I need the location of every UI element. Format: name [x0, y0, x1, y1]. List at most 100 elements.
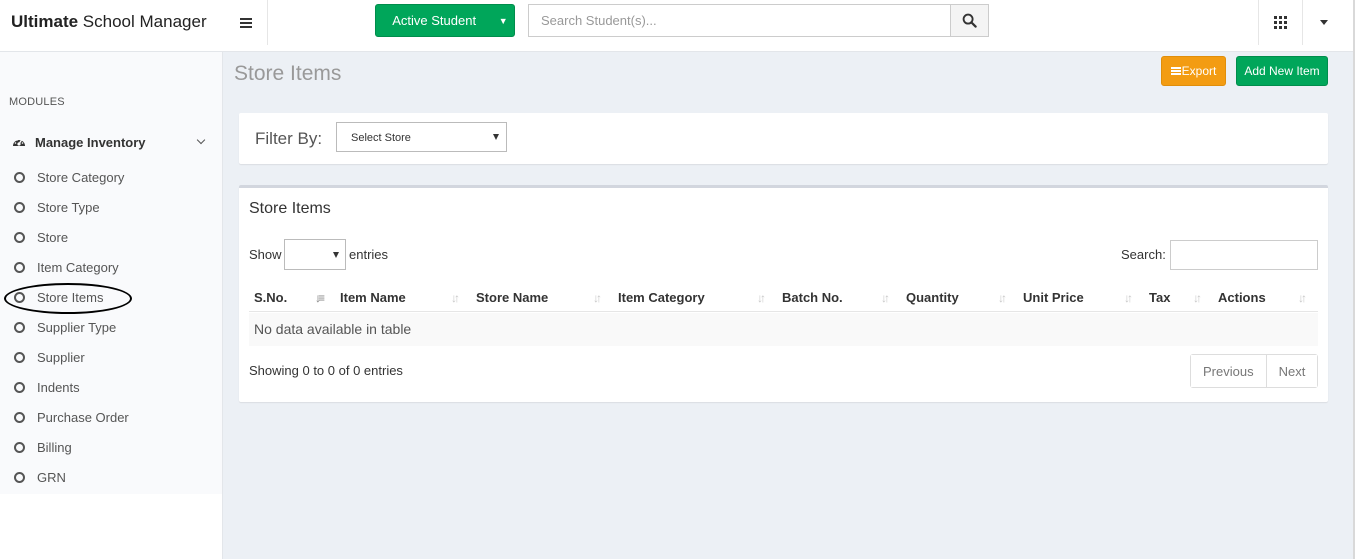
sort-icon[interactable]: ↓↑	[1193, 291, 1202, 305]
circle-icon	[14, 261, 25, 273]
sort-icon[interactable]: ↓↑	[593, 291, 602, 305]
list-icon	[1170, 67, 1181, 75]
column-header-tax[interactable]: Tax	[1149, 282, 1170, 312]
column-header-item-category[interactable]: Item Category	[618, 282, 705, 312]
sidebar-item-label: Indents	[37, 379, 80, 395]
column-label: Store Name	[476, 289, 549, 305]
sidebar-item-label: Store Type	[37, 199, 100, 215]
sidebar-item-label: Purchase Order	[37, 409, 129, 425]
grid-icon	[1274, 16, 1287, 29]
search-icon	[962, 13, 977, 28]
store-select[interactable]: Select Store	[336, 122, 507, 152]
store-items-panel: Store Items Show entries Search: S.No. ↓…	[239, 185, 1328, 402]
sort-icon[interactable]: ↓↑	[1124, 291, 1133, 305]
pagination: Previous Next	[1190, 354, 1319, 388]
sidebar-item-label: Store Category	[37, 169, 125, 185]
sidebar-menu: MODULES Manage Inventory Store Category …	[0, 52, 222, 494]
add-new-item-button[interactable]: Add New Item	[1236, 56, 1328, 86]
column-label: S.No.	[254, 289, 288, 305]
circle-icon	[14, 171, 25, 183]
filter-panel: Filter By: Select Store	[239, 113, 1328, 164]
sidebar-item-label: Supplier	[37, 349, 85, 365]
circle-icon	[14, 471, 25, 483]
sidebar-item-item-category[interactable]: Item Category	[0, 252, 222, 282]
active-student-button[interactable]: Active Student ▼	[375, 4, 515, 37]
table-search-label: Search:	[1121, 247, 1166, 262]
caret-down-icon[interactable]: ▼	[492, 16, 514, 26]
sidebar-item-purchase-order[interactable]: Purchase Order	[0, 402, 222, 432]
table-search-input[interactable]	[1170, 240, 1318, 270]
column-label: Item Name	[340, 289, 406, 305]
sidebar-item-supplier-type[interactable]: Supplier Type	[0, 312, 222, 342]
sidebar-item-store-type[interactable]: Store Type	[0, 192, 222, 222]
sidebar-item-label: Item Category	[37, 259, 119, 275]
caret-down-icon	[333, 252, 339, 258]
sort-icon[interactable]: ↓↑	[881, 291, 890, 305]
hamburger-icon	[239, 17, 252, 28]
export-button[interactable]: Export	[1161, 56, 1226, 86]
circle-icon	[14, 321, 25, 333]
sidebar-item-label: Store	[37, 229, 69, 245]
sidebar-item-store-category[interactable]: Store Category	[0, 162, 222, 192]
sort-icon[interactable]: ↓↑	[998, 291, 1007, 305]
sidebar-item-grn[interactable]: GRN	[0, 462, 222, 492]
sidebar-item-store-items[interactable]: Store Items	[0, 282, 222, 312]
chevron-down-icon	[196, 135, 206, 145]
column-header-batch-no[interactable]: Batch No.	[782, 282, 843, 312]
sidebar-item-store[interactable]: Store	[0, 222, 222, 252]
sort-icon[interactable]: ↓↑	[451, 291, 460, 305]
panel-title: Store Items	[249, 200, 331, 217]
circle-icon	[14, 291, 25, 303]
column-label: Quantity	[906, 289, 959, 305]
circle-icon	[14, 351, 25, 363]
dashboard-icon	[13, 139, 25, 146]
sidebar-group-label: Manage Inventory	[35, 134, 146, 150]
sidebar-group-manage-inventory[interactable]: Manage Inventory	[0, 122, 222, 162]
brand-bold: Ultimate	[11, 12, 79, 31]
student-search-input[interactable]	[528, 4, 950, 37]
sidebar-toggle-button[interactable]	[224, 0, 268, 45]
circle-icon	[14, 441, 25, 453]
store-select-value: Select Store	[351, 132, 411, 144]
previous-page-button[interactable]: Previous	[1191, 355, 1266, 387]
table-empty-row: No data available in table	[249, 313, 1318, 346]
column-label: Tax	[1149, 289, 1171, 305]
circle-icon	[14, 411, 25, 423]
column-label: Batch No.	[782, 289, 843, 305]
sidebar-item-indents[interactable]: Indents	[0, 372, 222, 402]
column-label: Item Category	[618, 289, 705, 305]
sort-icon[interactable]: ↓↑	[1298, 291, 1307, 305]
column-header-unit-price[interactable]: Unit Price	[1023, 282, 1084, 312]
brand-rest: School Manager	[78, 12, 207, 31]
column-header-actions[interactable]: Actions	[1218, 282, 1266, 312]
circle-icon	[14, 381, 25, 393]
entries-label: entries	[349, 247, 389, 262]
filter-label: Filter By:	[255, 129, 323, 148]
sort-asc-icon[interactable]: ↓≡	[315, 291, 325, 305]
column-header-item-name[interactable]: Item Name	[340, 282, 406, 312]
show-label: Show	[249, 247, 282, 262]
search-button[interactable]	[950, 4, 989, 37]
user-menu-dropdown[interactable]	[1304, 0, 1344, 45]
next-page-button[interactable]: Next	[1265, 355, 1318, 387]
sidebar-item-supplier[interactable]: Supplier	[0, 342, 222, 372]
column-header-quantity[interactable]: Quantity	[906, 282, 959, 312]
apps-grid-button[interactable]	[1258, 0, 1303, 45]
page-title: Store Items	[234, 62, 342, 85]
circle-icon	[14, 201, 25, 213]
export-label: Export	[1181, 64, 1217, 78]
sidebar: MODULES Manage Inventory Store Category …	[0, 52, 223, 559]
sort-icon[interactable]: ↓↑	[757, 291, 766, 305]
table-info: Showing 0 to 0 of 0 entries	[249, 363, 403, 378]
table-header-row: S.No. ↓≡ Item Name ↓↑ Store Name ↓↑ Item…	[249, 282, 1318, 312]
sidebar-item-label: Store Items	[37, 289, 104, 305]
column-header-sno[interactable]: S.No.	[254, 282, 287, 312]
app-logo[interactable]: Ultimate School Manager	[0, 0, 223, 52]
sidebar-item-billing[interactable]: Billing	[0, 432, 222, 462]
circle-icon	[14, 231, 25, 243]
sidebar-item-label: GRN	[37, 469, 66, 485]
column-header-store-name[interactable]: Store Name	[476, 282, 548, 312]
active-student-label: Active Student	[392, 13, 477, 28]
entries-per-page-select[interactable]	[284, 239, 346, 270]
top-navbar: Ultimate School Manager Active Student ▼	[0, 0, 1355, 52]
